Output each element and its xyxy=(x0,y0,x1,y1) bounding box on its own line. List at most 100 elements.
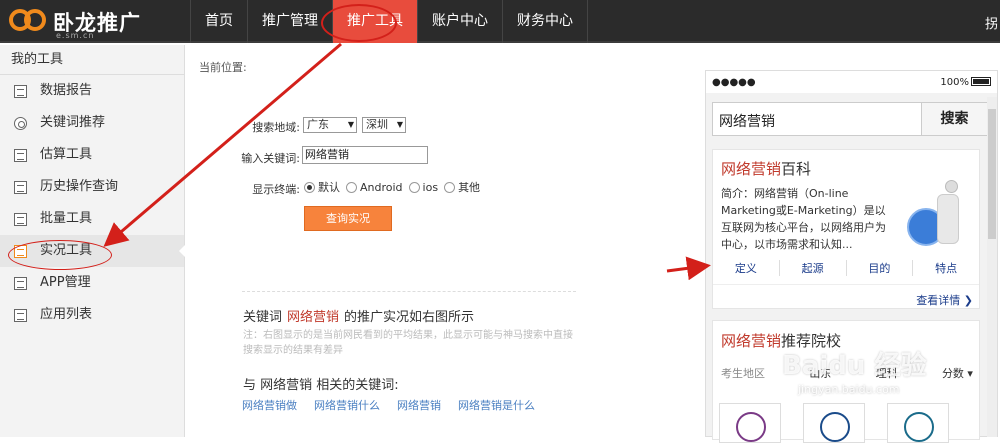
sidebar-item-data-report[interactable]: 数据报告 xyxy=(0,75,184,107)
related-keyword-link[interactable]: 网络营销 xyxy=(397,397,441,413)
device-radio-default[interactable]: 默认 xyxy=(304,179,340,195)
phone-status-bar: ●●●●● 100% xyxy=(706,71,997,93)
sidebar-item-label: 批量工具 xyxy=(40,211,93,226)
active-caret-icon xyxy=(179,245,185,257)
related-keywords-title: 与 网络营销 相关的关键词: xyxy=(243,378,399,393)
nav-finance-center[interactable]: 财务中心 xyxy=(503,0,588,43)
baidu-watermark: Baidu 经验 xyxy=(782,351,927,381)
device-label: 显示终端: xyxy=(252,183,300,196)
related-keyword-link[interactable]: 网络营销做 xyxy=(242,397,297,413)
view-details-link[interactable]: 查看详情 ❯ xyxy=(916,292,973,308)
batch-icon xyxy=(14,213,27,226)
school-seal-icon xyxy=(820,412,850,442)
result-note: 注：右图显示的是当前网民看到的平均结果，此显示可能与神马搜索中直接搜索显示的结果… xyxy=(243,330,573,356)
card-tab-definition[interactable]: 定义 xyxy=(713,260,780,276)
radio-label: 其他 xyxy=(458,181,481,194)
radio-dot-icon xyxy=(444,181,456,193)
nav-account-center[interactable]: 账户中心 xyxy=(418,0,503,43)
phone-search-input[interactable]: 网络营销 xyxy=(719,111,775,131)
card-tab-origin[interactable]: 起源 xyxy=(780,260,847,276)
radio-label: Android xyxy=(360,180,403,194)
history-icon xyxy=(14,181,27,194)
sidebar: 我的工具 数据报告 关键词推荐 估算工具 历史操作查询 批量工具 实况工具 AP… xyxy=(0,45,185,437)
related-keyword-link[interactable]: 网络营销什么 xyxy=(314,397,380,413)
sidebar-item-label: 数据报告 xyxy=(40,83,93,98)
school-logos-row xyxy=(719,403,971,443)
query-button[interactable]: 查询实况 xyxy=(304,206,392,231)
sidebar-item-label: 估算工具 xyxy=(40,147,93,162)
radio-label: 默认 xyxy=(318,181,340,194)
device-radio-android[interactable]: Android xyxy=(346,179,403,195)
sidebar-item-label: 应用列表 xyxy=(40,307,93,322)
radio-dot-icon xyxy=(304,181,315,193)
target-icon xyxy=(14,117,27,130)
logo[interactable]: 卧龙推广 e.sm.cn xyxy=(9,7,169,40)
phone-search-button[interactable]: 搜索 xyxy=(921,103,987,135)
divider xyxy=(242,291,576,292)
sidebar-item-history-query[interactable]: 历史操作查询 xyxy=(0,171,184,203)
scrollbar-thumb[interactable] xyxy=(988,109,996,239)
phone-scrollbar[interactable] xyxy=(987,97,997,437)
result-summary: 关键词 网络营销 的推广实况如右图所示 xyxy=(243,306,474,325)
battery-indicator: 100% xyxy=(940,77,991,88)
chart-icon xyxy=(14,85,27,98)
top-navbar: 卧龙推广 e.sm.cn 首页 推广管理 推广工具 账户中心 财务中心 拐 xyxy=(0,0,1000,43)
sidebar-item-app-management[interactable]: APP管理 xyxy=(0,267,184,299)
device-radio-group: 默认 Android ios 其他 xyxy=(304,179,486,195)
card-title[interactable]: 网络营销百科 xyxy=(721,158,811,179)
top-right-text[interactable]: 拐 xyxy=(985,13,998,32)
sidebar-item-label: 历史操作查询 xyxy=(40,179,119,194)
school-logo[interactable] xyxy=(887,403,949,443)
breadcrumb: 当前位置: xyxy=(199,61,247,74)
card-divider xyxy=(713,284,979,285)
figure-head xyxy=(945,180,958,193)
baidu-watermark-url: jingyan.baidu.com xyxy=(798,383,900,396)
logo-subtitle: e.sm.cn xyxy=(56,31,95,40)
keyword-label: 输入关键词: xyxy=(241,152,300,165)
battery-icon xyxy=(971,77,991,86)
logo-mark-icon xyxy=(9,9,47,31)
battery-text: 100% xyxy=(940,76,969,88)
school-seal-icon xyxy=(736,412,766,442)
filter-score[interactable]: 分数 ▾ xyxy=(942,365,973,381)
calculator-icon xyxy=(14,149,27,162)
card-tabs: 定义 起源 目的 特点 xyxy=(713,260,979,276)
arrow-to-phone xyxy=(666,256,711,281)
sidebar-title: 我的工具 xyxy=(0,45,184,75)
filter-label: 考生地区 xyxy=(721,367,765,380)
card-tab-purpose[interactable]: 目的 xyxy=(847,260,914,276)
device-radio-ios[interactable]: ios xyxy=(408,179,439,195)
sidebar-item-app-list[interactable]: 应用列表 xyxy=(0,299,184,331)
signal-icon: ●●●●● xyxy=(712,76,756,88)
list-icon xyxy=(14,309,27,322)
school-logo[interactable] xyxy=(803,403,865,443)
device-radio-other[interactable]: 其他 xyxy=(444,179,480,195)
related-keywords-list: 网络营销做 网络营销什么 网络营销 网络营销是什么 xyxy=(242,397,552,413)
radio-dot-icon xyxy=(408,181,420,193)
keyword-input[interactable]: 网络营销 xyxy=(302,146,428,164)
radio-label: ios xyxy=(422,180,439,194)
app-icon xyxy=(14,277,27,290)
result-prefix: 关键词 xyxy=(243,310,283,325)
sidebar-item-label: 关键词推荐 xyxy=(40,115,106,130)
card-title-highlight: 网络营销 xyxy=(721,332,782,350)
province-select[interactable]: 广东 xyxy=(303,117,357,133)
sidebar-item-label: APP管理 xyxy=(40,275,91,290)
city-select[interactable]: 深圳 xyxy=(362,117,406,133)
region-label: 搜索地域: xyxy=(252,121,300,134)
annotation-circle-nav xyxy=(321,4,397,42)
card-title-highlight: 网络营销 xyxy=(721,160,782,178)
card-description: 简介：网络营销（On-line Marketing或E-Marketing）是以… xyxy=(721,187,886,251)
result-keyword: 网络营销 xyxy=(287,310,340,325)
card-tab-features[interactable]: 特点 xyxy=(913,260,979,276)
school-logo[interactable] xyxy=(719,403,781,443)
globe-figure-image xyxy=(905,180,975,250)
card-title-rest: 百科 xyxy=(781,160,812,178)
nav-home[interactable]: 首页 xyxy=(190,0,248,43)
annotation-circle-sidebar xyxy=(8,240,112,270)
sidebar-item-estimate-tool[interactable]: 估算工具 xyxy=(0,139,184,171)
related-keyword-link[interactable]: 网络营销是什么 xyxy=(458,397,535,413)
encyclopedia-card: 网络营销百科 简介：网络营销（On-line Marketing或E-Marke… xyxy=(712,149,980,309)
sidebar-item-keyword-recommend[interactable]: 关键词推荐 xyxy=(0,107,184,139)
sidebar-item-batch-tool[interactable]: 批量工具 xyxy=(0,203,184,235)
